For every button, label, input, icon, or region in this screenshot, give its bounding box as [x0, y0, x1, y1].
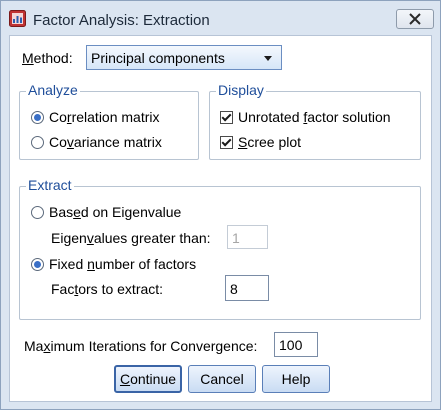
max-iterations-field[interactable]: 100: [274, 332, 318, 357]
analyze-group: Analyze Correlation matrix Covariance ma…: [19, 82, 199, 160]
display-group: Display Unrotated factor solution Scree …: [209, 82, 421, 160]
extract-legend: Extract: [26, 177, 74, 193]
fixed-number-label[interactable]: Fixed number of factors: [49, 256, 196, 272]
max-iterations-label: Maximum Iterations for Convergence:: [24, 338, 258, 354]
window-title: Factor Analysis: Extraction: [33, 12, 210, 29]
help-button[interactable]: Help: [262, 365, 330, 393]
extract-group: Extract Based on Eigenvalue Eigenvalues …: [19, 177, 421, 320]
chevron-down-icon: [264, 56, 272, 61]
eigenvalue-label[interactable]: Based on Eigenvalue: [49, 204, 181, 220]
dialog-body: Method: Principal components Analyze Cor…: [9, 35, 432, 402]
scree-plot-label[interactable]: Scree plot: [238, 134, 301, 150]
method-dropdown[interactable]: Principal components: [86, 45, 282, 70]
close-icon: [409, 13, 421, 25]
eigenvalue-radio[interactable]: [31, 206, 44, 219]
analyze-legend: Analyze: [26, 82, 80, 98]
eigenvalue-threshold-label: Eigenvalues greater than:: [51, 230, 211, 246]
dialog-window: Factor Analysis: Extraction Method: Prin…: [0, 0, 441, 410]
covariance-matrix-radio[interactable]: [31, 136, 44, 149]
unrotated-factor-solution-label[interactable]: Unrotated factor solution: [238, 109, 391, 125]
method-label: Method:: [22, 50, 73, 66]
spss-dialog-icon: [9, 10, 26, 27]
close-button[interactable]: [396, 9, 434, 29]
cancel-button[interactable]: Cancel: [188, 365, 256, 393]
factors-to-extract-label: Factors to extract:: [51, 281, 164, 297]
correlation-matrix-radio[interactable]: [31, 111, 44, 124]
method-selected-value: Principal components: [91, 50, 225, 66]
eigenvalue-threshold-field[interactable]: 1: [227, 225, 268, 249]
title-bar: Factor Analysis: Extraction: [1, 1, 440, 35]
correlation-matrix-label[interactable]: Correlation matrix: [49, 109, 160, 125]
display-legend: Display: [216, 82, 266, 98]
covariance-matrix-label[interactable]: Covariance matrix: [49, 134, 162, 150]
fixed-number-radio[interactable]: [31, 258, 44, 271]
scree-plot-checkbox[interactable]: [220, 136, 233, 149]
factors-to-extract-field[interactable]: 8: [225, 275, 269, 301]
unrotated-factor-solution-checkbox[interactable]: [220, 111, 233, 124]
continue-button[interactable]: Continue: [114, 365, 182, 393]
